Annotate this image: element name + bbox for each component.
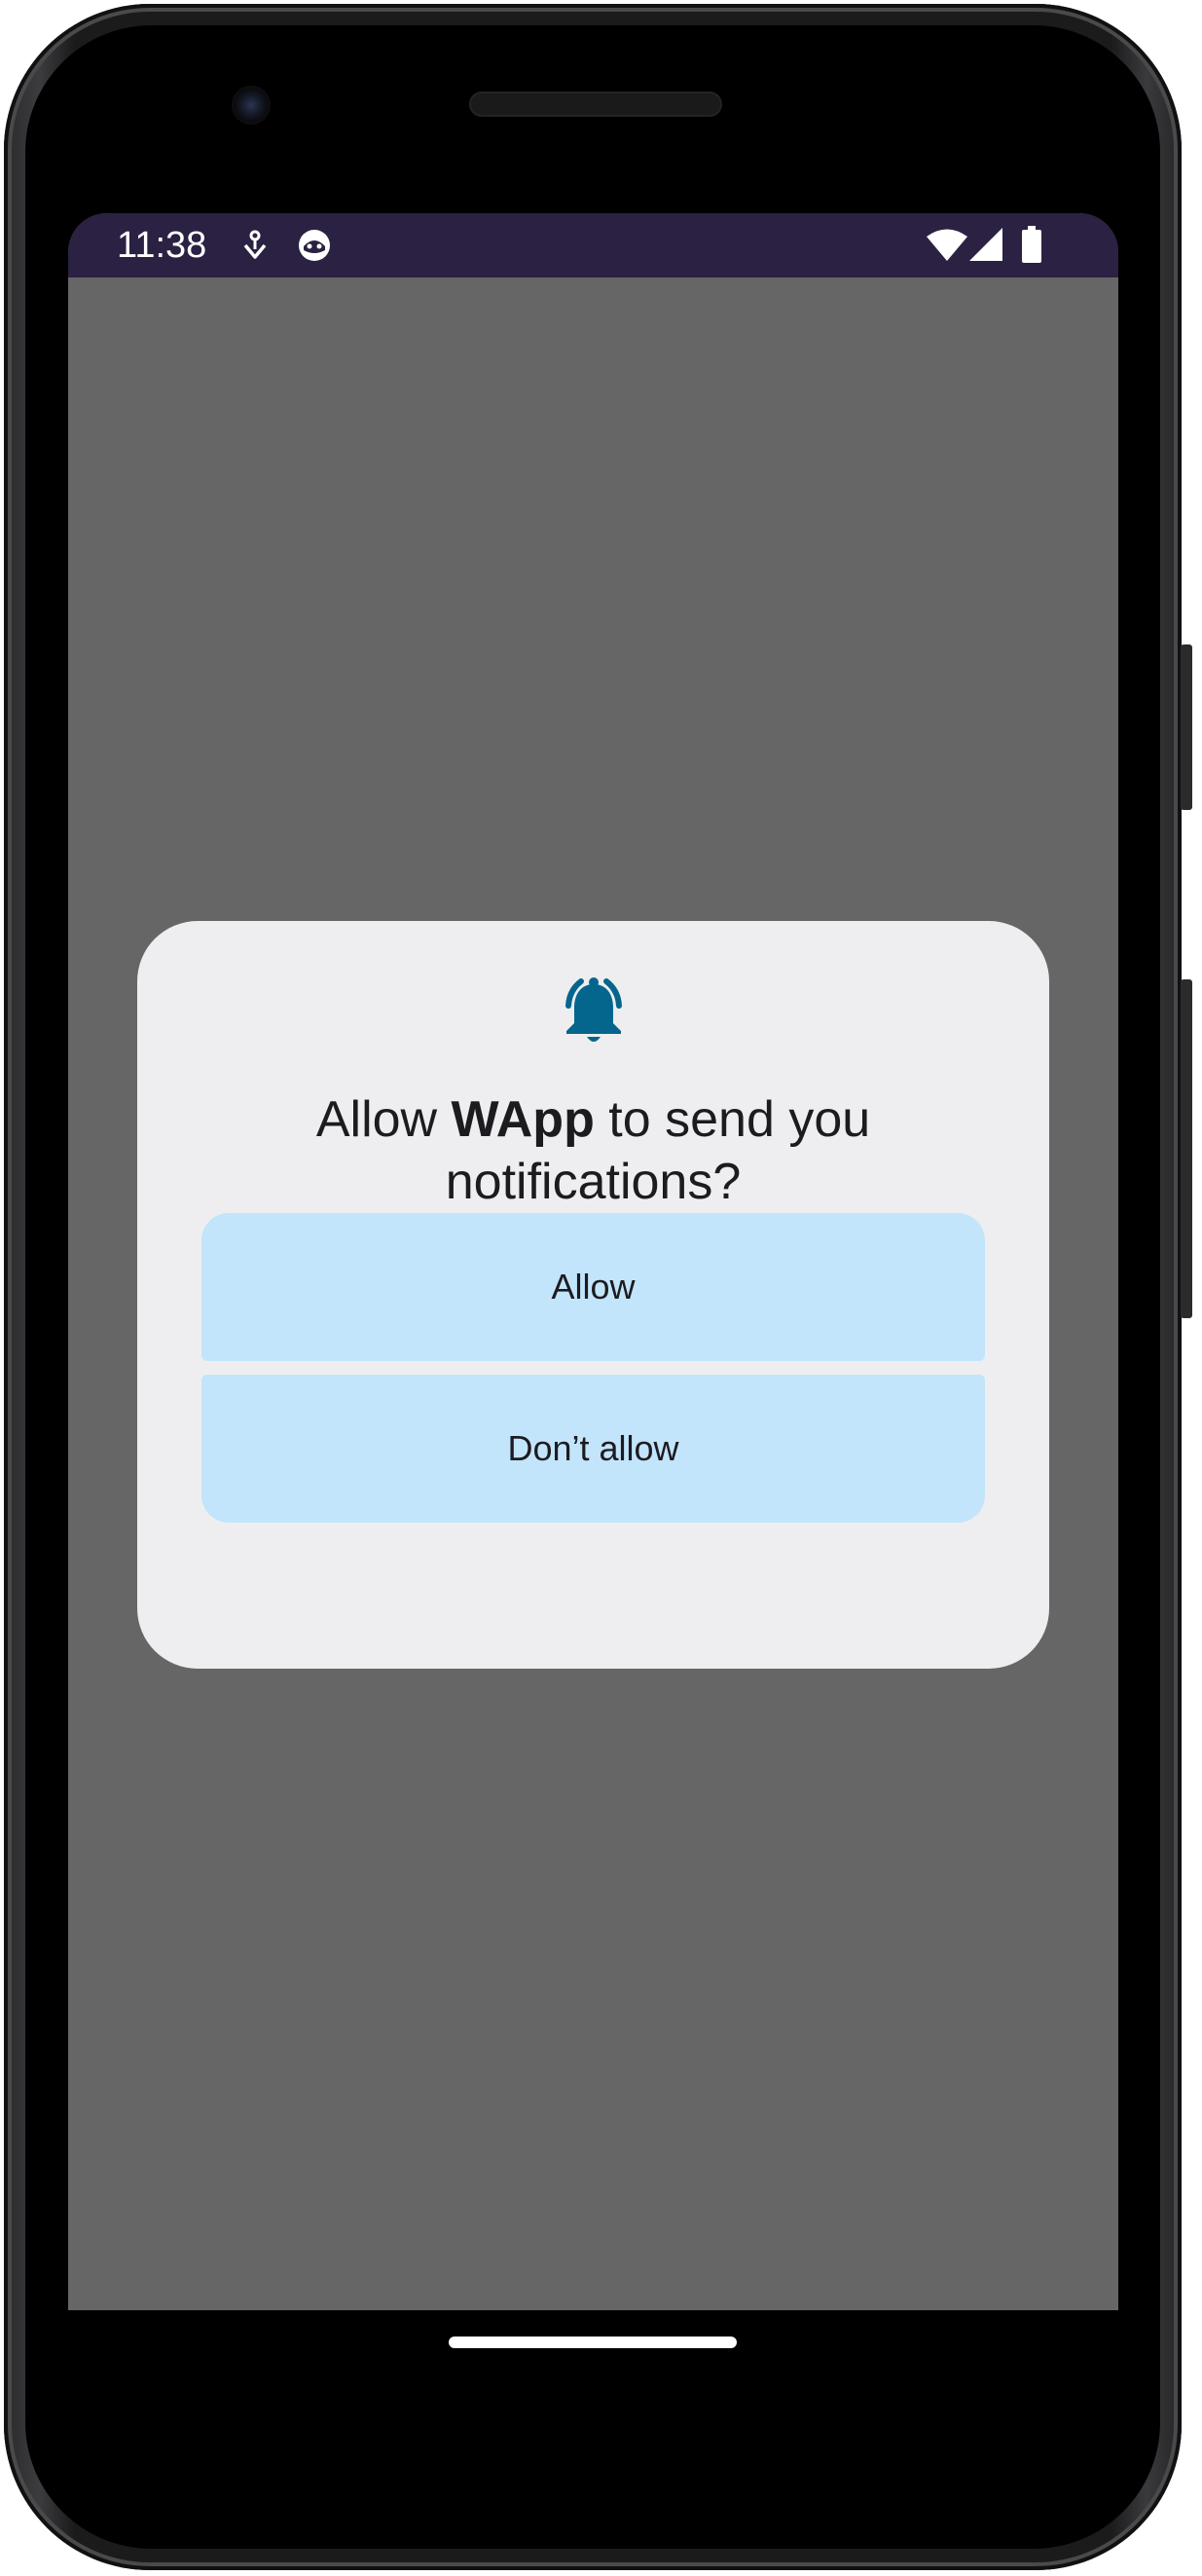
status-time: 11:38 [117, 225, 207, 266]
earpiece-speaker [469, 92, 722, 117]
cell-signal-icon [969, 228, 1004, 268]
screen: 11:38 Allow WApp to send you notificatio… [68, 213, 1118, 2310]
power-button [1181, 644, 1192, 810]
battery-icon [1022, 226, 1041, 268]
allow-button[interactable]: Allow [201, 1213, 985, 1361]
notification-permission-dialog: Allow WApp to send you notifications? Al… [137, 921, 1049, 1669]
title-prefix: Allow [315, 1091, 452, 1148]
app-notification-icon [296, 227, 333, 269]
dont-allow-button-label: Don’t allow [507, 1428, 679, 1468]
dont-allow-button[interactable]: Don’t allow [201, 1375, 985, 1523]
volume-button [1181, 979, 1192, 1318]
dialog-title: Allow WApp to send you notifications? [176, 1088, 1010, 1213]
allow-button-label: Allow [551, 1267, 636, 1306]
title-app-name: WApp [451, 1091, 595, 1148]
home-indicator[interactable] [449, 2337, 737, 2348]
status-bar: 11:38 [68, 213, 1118, 277]
bell-icon [555, 973, 633, 1050]
download-notification-icon [241, 230, 269, 268]
wifi-icon [927, 228, 967, 268]
front-camera [232, 86, 271, 125]
